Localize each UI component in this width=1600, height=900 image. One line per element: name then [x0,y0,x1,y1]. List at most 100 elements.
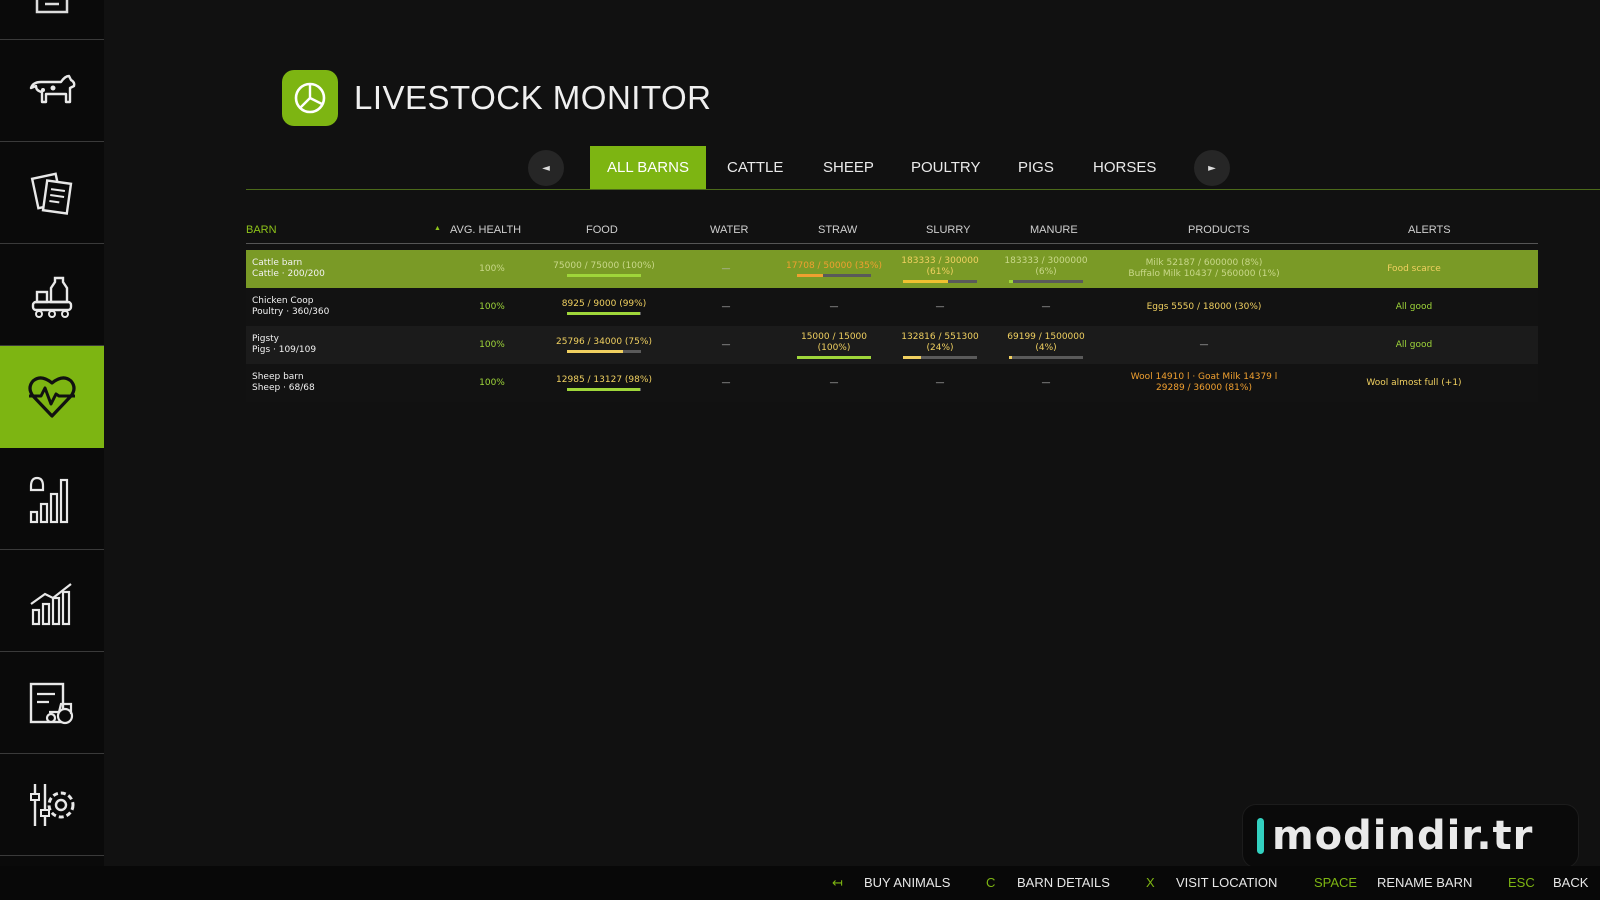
products-value: Wool 14910 l · Goat Milk 14379 l [1130,372,1278,382]
sidebar-item-livestock-monitor[interactable] [0,346,110,448]
slurry-value: 132816 / 551300 [901,331,979,342]
products-value: — [1199,339,1209,350]
manure-bar-fill [1009,279,1014,283]
visit-location-button[interactable]: VISIT LOCATION [1176,875,1277,890]
manure-bar-fill [1009,355,1012,359]
buy-animals-button[interactable]: BUY ANIMALS [864,875,950,890]
action-bar: ↤ BUY ANIMALS C BARN DETAILS X VISIT LOC… [0,866,1600,900]
table-row[interactable]: Sheep barn Sheep · 68/68 100% 12985 / 13… [246,364,1538,402]
tab-all-barns[interactable]: ALL BARNS [590,146,706,189]
sort-asc-icon[interactable]: ▲ [434,225,441,232]
manure-percent: (4%) [1035,342,1057,353]
price-alert-icon [29,476,69,523]
products-value: Milk 52187 / 600000 (8%) [1145,258,1263,268]
water-value: — [721,301,731,312]
back-button[interactable]: BACK [1553,875,1588,890]
tab-prev-button[interactable]: ◄ [528,150,564,186]
col-manure[interactable]: MANURE [1030,224,1078,236]
food-bar-fill [567,350,623,353]
heartbeat-icon [28,376,76,418]
col-food[interactable]: FOOD [586,224,618,236]
watermark-badge: modindir.tr [1242,804,1579,868]
col-slurry[interactable]: SLURRY [926,224,970,236]
sidebar-item-animals[interactable] [0,40,104,142]
food-bar-fill [567,388,640,391]
slurry-percent: (24%) [926,342,954,353]
slurry-percent: (61%) [926,266,954,277]
barn-name: Cattle barn [252,258,303,268]
statistics-icon [30,582,72,625]
settings-icon [30,783,75,826]
rename-barn-button[interactable]: RENAME BARN [1377,875,1472,890]
slurry-bar [903,279,977,283]
table-row[interactable]: Cattle barn Cattle · 200/200 100% 75000 … [246,250,1538,288]
col-water[interactable]: WATER [710,224,749,236]
col-products[interactable]: PRODUCTS [1188,224,1250,236]
col-avg-health[interactable]: AVG. HEALTH [450,224,521,236]
slurry-bar-fill [903,279,949,283]
manure-bar [1009,355,1083,359]
watermark-text: modindir.tr [1272,813,1534,859]
barn-subtitle: Cattle · 200/200 [252,269,325,279]
sidebar-item-production[interactable] [0,244,104,346]
page-title: LIVESTOCK MONITOR [354,79,712,116]
table-row[interactable]: Chicken Coop Poultry · 360/360 100% 8925… [246,288,1538,326]
food-value: 25796 / 34000 (75%) [556,337,652,347]
slurry-value: 183333 / 300000 [901,255,979,266]
food-bar-fill [567,274,641,277]
tab-poultry[interactable]: POULTRY [894,146,997,189]
contracts-icon [30,171,73,215]
col-barn[interactable]: BARN [246,224,277,236]
sidebar-item-menu[interactable] [0,0,104,40]
tab-pigs[interactable]: PIGS [1001,146,1071,189]
rename-barn-key: SPACE [1314,875,1358,890]
buy-animals-key: ↤ [832,875,843,890]
barn-details-button[interactable]: BARN DETAILS [1017,875,1110,890]
sidebar-item-statistics[interactable] [0,550,104,652]
barn-name: Pigsty [252,334,279,344]
sidebar-item-vehicles[interactable] [0,652,104,754]
manure-percent: (6%) [1035,266,1057,277]
tab-next-button[interactable]: ► [1194,150,1230,186]
menu-icon [35,0,69,13]
alert-text: All good [1395,301,1433,312]
col-straw[interactable]: STRAW [818,224,857,236]
health-value: 100% [479,339,505,350]
sidebar-item-contracts[interactable] [0,142,104,244]
barn-name: Chicken Coop [252,296,314,306]
manure-value: 183333 / 3000000 [1004,255,1088,266]
tab-sheep[interactable]: SHEEP [806,146,891,189]
alert-text: Wool almost full (+1) [1366,377,1462,388]
health-value: 100% [479,263,505,274]
livestock-monitor-logo [282,70,338,126]
food-bar [567,312,641,315]
health-value: 100% [479,301,505,312]
straw-value: 17708 / 50000 (35%) [786,261,882,271]
products-value-secondary: Buffalo Milk 10437 / 560000 (1%) [1128,269,1280,279]
food-value: 8925 / 9000 (99%) [561,299,647,309]
alert-text: All good [1395,339,1433,350]
tab-cattle[interactable]: CATTLE [710,146,800,189]
sidebar-item-price-alerts[interactable] [0,448,104,550]
barn-subtitle: Sheep · 68/68 [252,383,315,393]
sidebar [0,0,110,866]
table-row[interactable]: Pigsty Pigs · 109/109 100% 25796 / 34000… [246,326,1538,364]
food-value: 12985 / 13127 (98%) [556,375,652,385]
col-alerts[interactable]: ALERTS [1408,224,1451,236]
straw-bar [797,274,871,277]
pie-chart-icon [294,82,326,114]
back-key: ESC [1508,875,1535,890]
sidebar-item-settings[interactable] [0,754,104,856]
water-value: — [721,377,731,388]
slurry-bar-fill [903,355,921,359]
straw-value: — [829,377,839,388]
straw-value: 15000 / 15000 [800,331,867,342]
tab-horses[interactable]: HORSES [1076,146,1173,189]
health-value: 100% [479,377,505,388]
manure-value: — [1041,377,1051,388]
food-value: 75000 / 75000 (100%) [553,261,655,271]
barn-details-key: C [986,875,996,890]
straw-bar-fill [797,274,823,277]
cow-icon [29,74,76,103]
food-bar [567,388,641,391]
